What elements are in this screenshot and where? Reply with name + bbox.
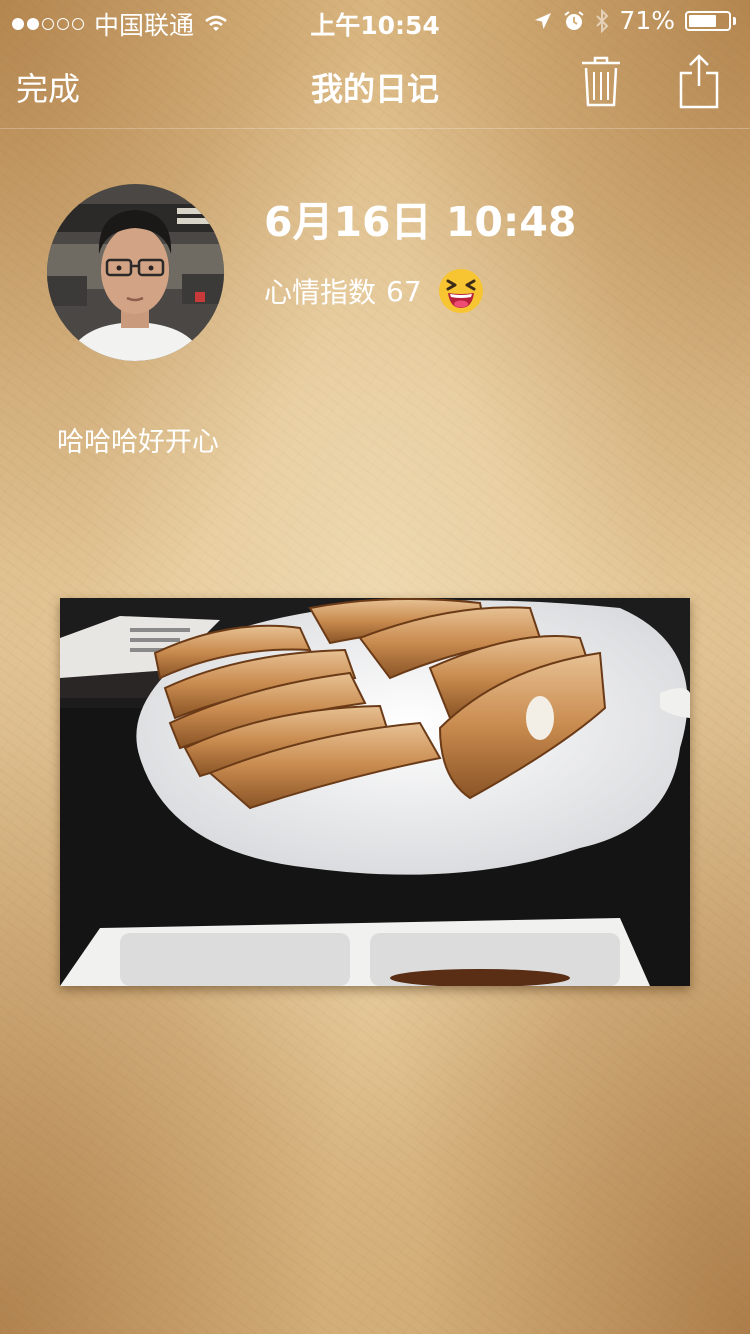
mood-label: 心情指数 [264, 276, 377, 309]
share-icon[interactable] [678, 54, 720, 110]
nav-bar: 完成 我的日记 [0, 40, 750, 129]
trash-icon[interactable] [580, 56, 622, 108]
page-title: 我的日记 [310, 70, 439, 108]
dumplings-photo [60, 598, 690, 986]
status-right: 71% [533, 6, 736, 35]
battery-icon [685, 10, 731, 31]
status-bar: 中国联通 上午10:54 71% [0, 0, 750, 40]
alarm-icon [564, 10, 585, 30]
battery-fill [689, 14, 716, 27]
location-arrow-icon [535, 12, 552, 29]
battery-percent: 71% [619, 6, 675, 35]
entry-date-time: 6月16日 10:48 [264, 198, 577, 246]
mood-row: 心情指数 67 [264, 268, 484, 314]
entry-photo[interactable] [60, 598, 690, 986]
avatar-photo [47, 184, 224, 361]
laughing-emoji-icon [438, 269, 483, 313]
entry-text: 哈哈哈好开心 [57, 427, 219, 458]
avatar [47, 184, 224, 361]
mood-value: 67 [386, 274, 422, 308]
bluetooth-icon [596, 8, 609, 33]
battery-nub [733, 16, 736, 25]
